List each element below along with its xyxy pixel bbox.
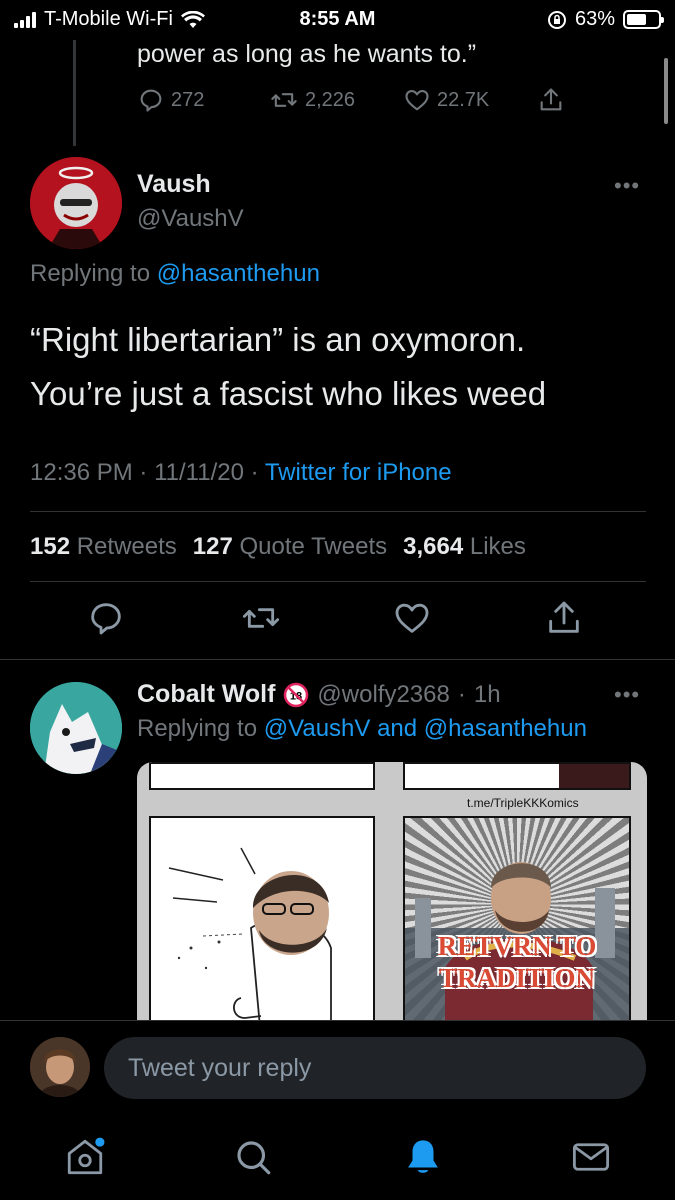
meta-sep-2: ·	[250, 459, 259, 486]
reply-replying-link-1[interactable]: @VaushV	[264, 715, 371, 742]
tweet-date: 11/11/20	[154, 459, 244, 486]
adult-content-badge-icon: 18	[284, 682, 309, 707]
previous-share-button[interactable]	[537, 86, 565, 114]
battery-percent: 63%	[574, 8, 615, 30]
reply-author-name[interactable]: Cobalt Wolf	[137, 680, 275, 709]
share-icon	[549, 601, 579, 633]
previous-retweet-count: 2,226	[305, 88, 356, 111]
divider-bottom-stats	[30, 581, 646, 582]
my-avatar[interactable]	[30, 1037, 90, 1097]
avatar-art-icon	[30, 157, 122, 249]
status-bar: T-Mobile Wi-Fi 8:55 AM 63%	[0, 0, 675, 40]
tweet-time: 12:36 PM	[30, 459, 133, 486]
reply-more-options-icon[interactable]: •••	[614, 682, 640, 708]
my-avatar-art-icon	[30, 1037, 90, 1097]
compose-bar	[0, 1020, 675, 1116]
previous-tweet-actions: 272 2,226 22.7K	[137, 86, 565, 114]
comic-caption-line-1: RETVRN TO	[437, 931, 597, 961]
main-author-handle[interactable]: @VaushV	[137, 205, 244, 233]
previous-reply-button[interactable]: 272	[137, 86, 269, 114]
retweets-stat[interactable]: 152 Retweets	[30, 533, 177, 561]
comic-caption-line-2: TRADITION	[438, 963, 596, 993]
comic-caption: RETVRN TO TRADITION	[405, 930, 629, 994]
main-tweet-text: “Right libertarian” is an oxymoron. You’…	[30, 313, 546, 421]
comic-panel-bottom-right: RETVRN TO TRADITION	[403, 816, 631, 1022]
quotes-label: Quote Tweets	[239, 533, 388, 560]
reply-icon	[91, 603, 121, 635]
reply-icon	[140, 89, 162, 112]
home-icon	[67, 1137, 105, 1175]
replying-to-link[interactable]: @hasanthehun	[157, 260, 320, 287]
previous-reply-count: 272	[171, 88, 205, 111]
reply-input[interactable]	[104, 1037, 646, 1099]
reply-header: Cobalt Wolf 18 @wolfy2368 · 1h	[137, 680, 501, 709]
retweet-icon	[271, 93, 297, 107]
quote-tweets-stat[interactable]: 127 Quote Tweets	[193, 533, 387, 561]
wolf-avatar-art-icon	[30, 682, 122, 774]
cobalt-wolf-avatar[interactable]	[30, 682, 122, 774]
comic-image[interactable]: t.me/TripleKKKomics RETVRN TO TRADITION	[137, 762, 647, 1022]
main-more-options-icon[interactable]: •••	[614, 173, 640, 199]
share-icon	[540, 88, 562, 111]
thread-connector-line	[73, 40, 76, 146]
heart-icon	[395, 603, 429, 633]
replying-prefix: Replying to	[30, 260, 151, 287]
retweets-count: 152	[30, 533, 71, 560]
previous-like-count: 22.7K	[437, 88, 490, 111]
previous-like-button[interactable]: 22.7K	[403, 86, 537, 114]
battery-icon	[623, 10, 664, 29]
comic-watermark: t.me/TripleKKKomics	[467, 796, 579, 810]
scrollbar[interactable]	[664, 58, 668, 124]
tab-messages[interactable]	[570, 1136, 612, 1183]
reply-replying-prefix: Replying to	[137, 715, 258, 742]
tweet-source-link[interactable]: Twitter for iPhone	[265, 459, 452, 486]
tab-search[interactable]	[232, 1136, 274, 1183]
reply-time-ago[interactable]: 1h	[474, 681, 501, 709]
search-icon	[237, 1141, 271, 1175]
divider-thread	[0, 659, 675, 660]
main-replying-to: Replying to @hasanthehun	[30, 260, 320, 288]
likes-label: Likes	[469, 533, 526, 560]
retweet-button[interactable]	[240, 598, 282, 643]
likes-stat[interactable]: 3,664 Likes	[403, 533, 526, 561]
quotes-count: 127	[192, 533, 233, 560]
comic-panel-bottom-left	[149, 816, 375, 1022]
retweets-label: Retweets	[76, 533, 177, 560]
main-action-row	[0, 598, 675, 648]
reply-replying-link-2[interactable]: @hasanthehun	[424, 715, 587, 742]
tab-home[interactable]	[64, 1136, 106, 1183]
tab-bar	[0, 1116, 675, 1200]
previous-tweet-text: power as long as he wants to.”	[137, 40, 477, 68]
rotation-lock-icon	[547, 10, 566, 29]
comic-figure-icon	[168, 847, 332, 1022]
share-button[interactable]	[544, 598, 584, 643]
reply-button[interactable]	[86, 598, 126, 643]
vaush-avatar[interactable]	[30, 157, 122, 249]
divider-top-stats	[30, 511, 646, 512]
retweet-icon	[242, 608, 280, 628]
main-tweet-line-2: You’re just a fascist who likes weed	[30, 375, 547, 412]
reply-sep: ·	[457, 680, 466, 708]
previous-retweet-button[interactable]: 2,226	[269, 86, 403, 114]
main-tweet-meta: 12:36 PM · 11/11/20 · Twitter for iPhone	[30, 459, 452, 487]
heart-icon	[405, 89, 429, 111]
reply-author-handle[interactable]: @wolfy2368	[317, 681, 449, 709]
like-button[interactable]	[392, 598, 432, 643]
notifications-icon	[408, 1140, 438, 1173]
reply-replying-to: Replying to @VaushV and @hasanthehun	[137, 715, 587, 743]
main-tweet-line-1: “Right libertarian” is an oxymoron.	[30, 321, 526, 358]
likes-count: 3,664	[403, 533, 464, 560]
engagement-stats: 152 Retweets 127 Quote Tweets 3,664 Like…	[30, 533, 526, 561]
reply-replying-and: and	[377, 715, 418, 742]
main-author-name[interactable]: Vaush	[137, 170, 211, 199]
messages-icon	[572, 1143, 610, 1171]
comic-panel-top-left	[149, 762, 375, 790]
tab-notifications[interactable]	[402, 1136, 444, 1183]
comic-panel-top-right	[403, 762, 631, 790]
meta-sep-1: ·	[139, 459, 148, 486]
